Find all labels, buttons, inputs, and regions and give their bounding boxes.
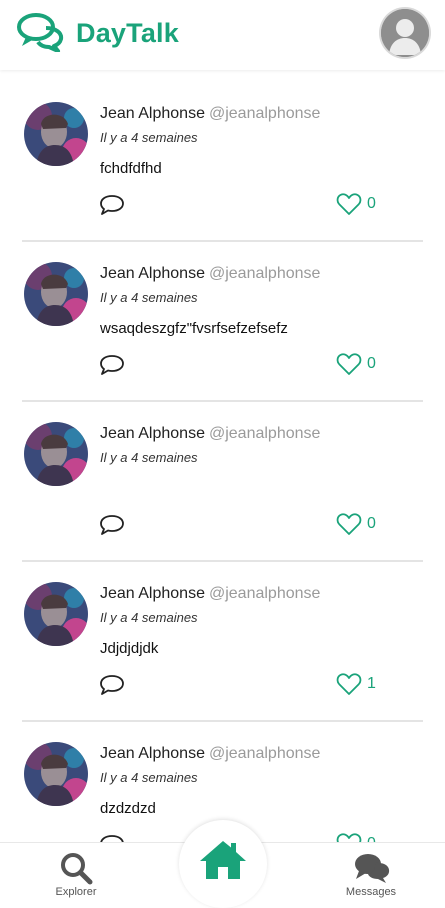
post-timestamp: Il y a 4 semaines xyxy=(100,610,198,625)
avatar[interactable] xyxy=(24,262,88,326)
home-icon xyxy=(200,841,246,879)
like-button[interactable]: 0 xyxy=(336,512,376,536)
author-name: Jean Alphonse xyxy=(100,105,205,122)
post-feed: Jean Alphonse @jeanalphonse Il y a 4 sema… xyxy=(0,82,445,842)
post-author[interactable]: Jean Alphonse @jeanalphonse xyxy=(100,745,320,763)
nav-messages-label: Messages xyxy=(345,886,397,898)
like-button[interactable]: 0 xyxy=(336,192,376,216)
author-handle: @jeanalphonse xyxy=(208,105,321,122)
like-count: 0 xyxy=(367,195,376,212)
avatar[interactable] xyxy=(24,742,88,806)
post-card: Jean Alphonse @jeanalphonse Il y a 4 sema… xyxy=(0,242,445,402)
post-author[interactable]: Jean Alphonse @jeanalphonse xyxy=(100,105,320,123)
comment-icon[interactable] xyxy=(99,674,125,696)
post-card: Jean Alphonse @jeanalphonse Il y a 4 sema… xyxy=(0,402,445,562)
heart-icon xyxy=(336,353,362,375)
nav-explorer-label: Explorer xyxy=(55,886,97,898)
app-header: DayTalk xyxy=(0,0,445,70)
comment-icon[interactable] xyxy=(99,194,125,216)
chat-bubbles-icon xyxy=(355,854,390,883)
search-icon xyxy=(61,853,93,885)
avatar-image xyxy=(24,102,88,166)
post-content: fchdfdfhd xyxy=(100,160,162,177)
comment-icon[interactable] xyxy=(99,354,125,376)
profile-avatar[interactable] xyxy=(381,9,429,57)
chat-bubbles-icon xyxy=(17,13,64,52)
post-timestamp: Il y a 4 semaines xyxy=(100,130,198,145)
app-title: DayTalk xyxy=(76,18,179,48)
post-card: Jean Alphonse @jeanalphonse Il y a 4 sema… xyxy=(0,562,445,722)
comment-icon[interactable] xyxy=(99,834,125,842)
home-button[interactable] xyxy=(179,820,267,908)
author-name: Jean Alphonse xyxy=(100,425,205,442)
post-timestamp: Il y a 4 semaines xyxy=(100,450,198,465)
author-handle: @jeanalphonse xyxy=(208,585,321,602)
post-content: Jdjdjdjdk xyxy=(100,640,159,657)
post-content: wsaqdeszgfz"fvsrfsefzefsefz xyxy=(100,320,288,337)
heart-icon xyxy=(336,833,362,842)
like-button[interactable]: 0 xyxy=(336,352,376,376)
author-name: Jean Alphonse xyxy=(100,265,205,282)
like-count: 0 xyxy=(367,515,376,532)
heart-icon xyxy=(336,193,362,215)
avatar-image xyxy=(24,582,88,646)
like-count: 0 xyxy=(367,835,376,842)
avatar-image xyxy=(24,422,88,486)
post-timestamp: Il y a 4 semaines xyxy=(100,290,198,305)
like-button[interactable]: 0 xyxy=(336,832,376,842)
like-button[interactable]: 1 xyxy=(336,672,376,696)
heart-icon xyxy=(336,513,362,535)
avatar[interactable] xyxy=(24,422,88,486)
author-handle: @jeanalphonse xyxy=(208,265,321,282)
avatar[interactable] xyxy=(24,102,88,166)
post-timestamp: Il y a 4 semaines xyxy=(100,770,198,785)
avatar-image xyxy=(24,262,88,326)
like-count: 1 xyxy=(367,675,376,692)
post-author[interactable]: Jean Alphonse @jeanalphonse xyxy=(100,265,320,283)
nav-explorer[interactable]: Explorer xyxy=(31,843,121,901)
post-author[interactable]: Jean Alphonse @jeanalphonse xyxy=(100,585,320,603)
user-silhouette-icon xyxy=(381,9,429,57)
author-handle: @jeanalphonse xyxy=(208,745,321,762)
author-name: Jean Alphonse xyxy=(100,585,205,602)
post-author[interactable]: Jean Alphonse @jeanalphonse xyxy=(100,425,320,443)
author-name: Jean Alphonse xyxy=(100,745,205,762)
post-content: dzdzdzd xyxy=(100,800,156,817)
author-handle: @jeanalphonse xyxy=(208,425,321,442)
comment-icon[interactable] xyxy=(99,514,125,536)
like-count: 0 xyxy=(367,355,376,372)
heart-icon xyxy=(336,673,362,695)
nav-messages[interactable]: Messages xyxy=(326,843,416,901)
post-card: Jean Alphonse @jeanalphonse Il y a 4 sema… xyxy=(0,82,445,242)
avatar[interactable] xyxy=(24,582,88,646)
avatar-image xyxy=(24,742,88,806)
